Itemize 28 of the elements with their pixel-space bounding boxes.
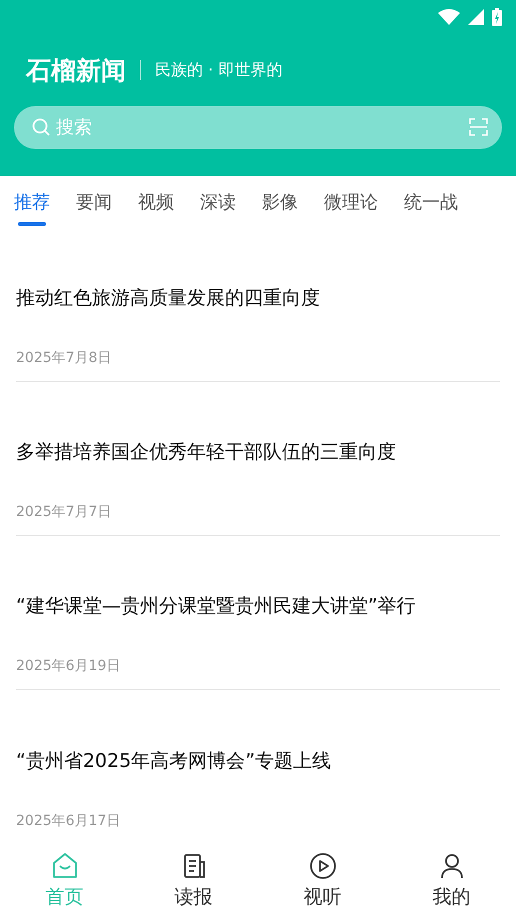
search-field[interactable]: 搜索 (14, 106, 502, 149)
category-tab[interactable]: 影像 (262, 176, 298, 228)
category-tab[interactable]: 深读 (200, 176, 236, 228)
article-date: 2025年6月17日 (16, 812, 122, 830)
signal-icon (468, 9, 484, 25)
wifi-icon (438, 9, 460, 25)
nav-tab[interactable]: 读报 (129, 844, 258, 919)
slogan: 民族的 · 即世界的 (155, 60, 282, 80)
article-title[interactable]: “贵州省2025年高考网博会”专题上线 (16, 748, 500, 774)
category-tab[interactable]: 要闻 (76, 176, 112, 228)
app-logo: 石榴新闻 (26, 54, 126, 86)
nav-tab[interactable]: 我的 (387, 844, 516, 919)
category-tab[interactable]: 视频 (138, 176, 174, 228)
article-title[interactable]: “建华课堂—贵州分课堂暨贵州民建大讲堂”举行 (16, 592, 500, 619)
battery-icon (492, 8, 502, 26)
article-title[interactable]: 多举措培养国企优秀年轻干部队伍的三重向度 (16, 438, 500, 465)
search-icon (32, 118, 50, 136)
play-icon (308, 852, 336, 880)
article-date: 2025年6月19日 (16, 656, 122, 675)
category-tab[interactable]: 统一战 (404, 176, 458, 228)
home-icon (50, 852, 78, 880)
scan-icon[interactable] (469, 118, 488, 136)
article-title[interactable]: 推动红色旅游高质量发展的四重向度 (16, 284, 500, 311)
nav-tab[interactable]: 视听 (258, 844, 387, 919)
category-tab[interactable]: 推荐 (14, 176, 50, 228)
article-date: 2025年7月8日 (16, 348, 112, 367)
category-tab[interactable]: 微理论 (324, 176, 378, 228)
article-date: 2025年7月7日 (16, 502, 112, 521)
